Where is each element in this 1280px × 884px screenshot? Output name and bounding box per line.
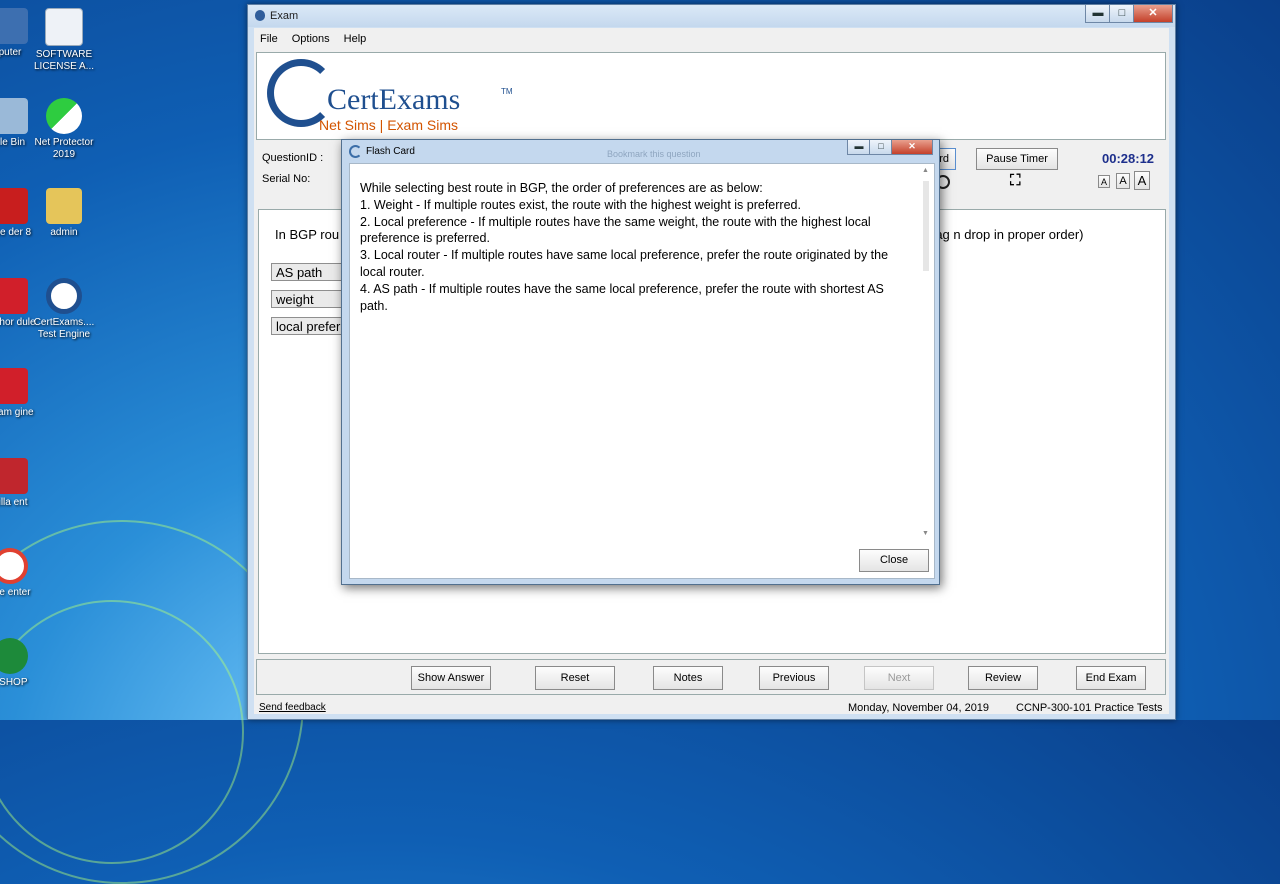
maximize-button[interactable]: □	[1109, 5, 1135, 23]
scroll-down-icon[interactable]: ▼	[922, 530, 929, 537]
dialog-title: Flash Card	[366, 146, 415, 157]
desktop-icon-active-center[interactable]: tive enter	[0, 548, 50, 599]
end-exam-button[interactable]: End Exam	[1076, 666, 1146, 690]
certexams-logo-icon	[46, 278, 82, 314]
pause-timer-button[interactable]: Pause Timer	[976, 148, 1058, 170]
previous-button[interactable]: Previous	[759, 666, 829, 690]
desktop-icon-label: CertExams.... Test Engine	[33, 317, 95, 340]
document-icon	[45, 8, 83, 46]
question-id-label: QuestionID :	[262, 152, 324, 164]
flash-card-line: 4. AS path - If multiple routes have the…	[360, 281, 884, 313]
flash-card-line: While selecting best route in BGP, the o…	[360, 181, 763, 195]
window-title: Exam	[270, 10, 299, 22]
show-answer-button[interactable]: Show Answer	[411, 666, 491, 690]
filezilla-icon	[0, 458, 28, 494]
logo-trademark: TM	[501, 87, 513, 96]
desktop-icon-label: cle Bin	[0, 137, 25, 148]
flash-card-line: 3. Local router - If multiple routes hav…	[360, 248, 889, 279]
desktop-icon-label: Zilla ent	[0, 497, 28, 508]
desktop-icon-net-protector[interactable]: Net Protector 2019	[24, 98, 104, 161]
notes-button[interactable]: Notes	[653, 666, 723, 690]
eshop-icon	[0, 638, 28, 674]
desktop-icon-eshop[interactable]: ESHOP	[0, 638, 50, 689]
flash-card-content: While selecting best route in BGP, the o…	[360, 180, 908, 314]
menu-file[interactable]: File	[260, 33, 278, 45]
review-button[interactable]: Review	[968, 666, 1038, 690]
desktop-icon-label: admin	[50, 227, 78, 238]
desktop-icon-label: Net Protector 2019	[34, 137, 94, 160]
desktop-icon-label: ESHOP	[0, 677, 28, 688]
menu-bar: File Options Help	[254, 28, 1169, 50]
menu-help[interactable]: Help	[344, 33, 367, 45]
desktop-icon-filezilla[interactable]: Zilla ent	[0, 458, 50, 509]
serial-no-label: Serial No:	[262, 173, 311, 185]
bookmark-ghost-text: Bookmark this question	[607, 149, 701, 159]
close-button[interactable]: ✕	[1133, 5, 1173, 23]
menu-options[interactable]: Options	[292, 33, 330, 45]
desktop-icon-exam-engine[interactable]: Exam gine	[0, 368, 50, 419]
font-large-button[interactable]: A	[1134, 171, 1150, 190]
desktop-icon-label: puter	[0, 47, 22, 58]
desktop-icon-test-engine[interactable]: CertExams.... Test Engine	[24, 278, 104, 341]
logo-panel: CertExams TM Net Sims | Exam Sims	[256, 52, 1166, 140]
desktop-icon-license[interactable]: SOFTWARE LICENSE A...	[24, 8, 104, 73]
timer-display: 00:28:12	[1102, 151, 1155, 166]
pill-icon	[46, 98, 82, 134]
certexams-red-icon	[0, 368, 28, 404]
desktop-icon-label: Exam gine	[0, 407, 34, 418]
scroll-thumb[interactable]	[923, 181, 929, 271]
next-button[interactable]: Next	[864, 666, 934, 690]
scroll-up-icon[interactable]: ▲	[922, 167, 929, 174]
title-bar[interactable]: Exam ▬ □ ✕	[248, 5, 1175, 27]
font-small-button[interactable]: A	[1098, 175, 1110, 188]
button-bar: Show Answer Reset Notes Previous Next Re…	[256, 659, 1166, 695]
fullscreen-icon[interactable]: ⛶	[1010, 172, 1021, 189]
logo-text: CertExams	[327, 83, 461, 116]
app-icon	[255, 10, 265, 21]
dialog-minimize-button[interactable]: ▬	[847, 140, 871, 155]
dialog-close-text-button[interactable]: Close	[859, 549, 929, 572]
send-feedback-link[interactable]: Send feedback	[259, 702, 326, 713]
desktop-icon-label: SOFTWARE LICENSE A...	[33, 49, 95, 72]
question-text: In BGP rou	[275, 227, 340, 242]
desktop-icon-admin[interactable]: admin	[24, 188, 104, 239]
vertical-scrollbar[interactable]: ▲ ▼	[922, 167, 932, 537]
question-instruction: rag n drop in proper order)	[931, 227, 1084, 242]
dialog-close-button[interactable]: ✕	[891, 140, 933, 155]
flash-card-dialog: Flash Card Bookmark this question ▬ □ ✕ …	[341, 139, 940, 585]
desktop-icon-label: tive enter	[0, 587, 31, 598]
flash-card-line: 2. Local preference - If multiple routes…	[360, 214, 871, 246]
minimize-button[interactable]: ▬	[1085, 5, 1111, 23]
status-date: Monday, November 04, 2019	[848, 702, 990, 714]
certexams-logo-icon	[349, 145, 362, 158]
status-test-name: CCNP-300-101 Practice Tests	[1016, 702, 1163, 714]
dialog-maximize-button[interactable]: □	[869, 140, 893, 155]
user-folder-icon	[46, 188, 82, 224]
flash-card-line: 1. Weight - If multiple routes exist, th…	[360, 197, 801, 212]
reset-button[interactable]: Reset	[535, 666, 615, 690]
active-center-icon	[0, 548, 28, 584]
font-medium-button[interactable]: A	[1116, 173, 1130, 189]
logo-tagline: Net Sims | Exam Sims	[319, 117, 458, 133]
dialog-body: While selecting best route in BGP, the o…	[349, 163, 935, 579]
